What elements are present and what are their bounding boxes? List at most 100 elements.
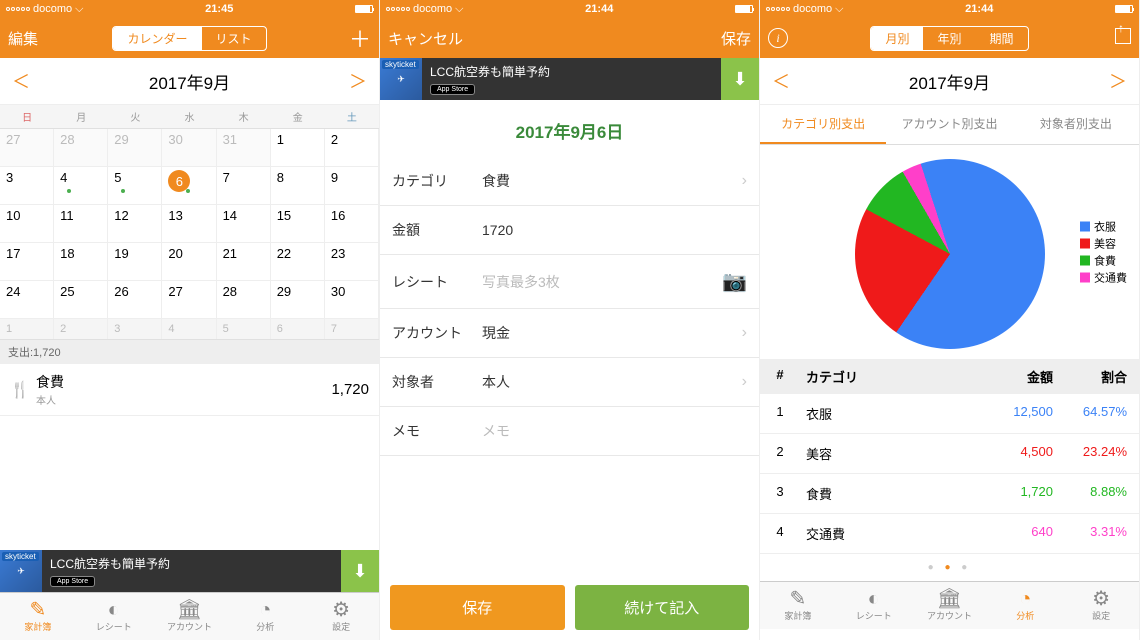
status-time: 21:44: [463, 3, 735, 15]
next-month-button[interactable]: ＞: [349, 68, 367, 94]
calendar-day[interactable]: 25: [54, 281, 108, 319]
calendar-day[interactable]: 29: [271, 281, 325, 319]
calendar-day[interactable]: 10: [0, 205, 54, 243]
row-account[interactable]: アカウント 現金 ›: [380, 309, 759, 358]
tab-by-account[interactable]: アカウント別支出: [886, 105, 1012, 144]
calendar-day[interactable]: 26: [108, 281, 162, 319]
calendar-day[interactable]: 8: [271, 167, 325, 205]
seg-yearly[interactable]: 年別: [923, 27, 975, 50]
download-icon[interactable]: ⬇: [721, 58, 759, 100]
calendar-day[interactable]: 27: [162, 281, 216, 319]
appstore-badge: App Store: [50, 576, 95, 587]
calendar-day[interactable]: 30: [162, 129, 216, 167]
status-bar: docomo ⌵ 21:44: [760, 0, 1139, 18]
tab-設定[interactable]: ⚙設定: [1063, 582, 1139, 629]
calendar-day[interactable]: 28: [54, 129, 108, 167]
calendar-day[interactable]: 12: [108, 205, 162, 243]
edit-button[interactable]: 編集: [8, 28, 68, 49]
tab-icon: ✎: [30, 600, 47, 620]
entry-button-row: 保存 続けて記入: [380, 575, 759, 640]
download-icon[interactable]: ⬇: [341, 550, 379, 592]
page-indicator: ● ● ●: [760, 554, 1139, 581]
tab-by-target[interactable]: 対象者別支出: [1013, 105, 1139, 144]
table-row[interactable]: 2美容4,50023.24%: [760, 434, 1139, 474]
tab-家計簿[interactable]: ✎家計簿: [760, 582, 836, 629]
prev-month-button[interactable]: ＜: [12, 68, 30, 94]
calendar-day[interactable]: 29: [108, 129, 162, 167]
seg-list[interactable]: リスト: [202, 27, 266, 50]
calendar-day[interactable]: 3: [0, 167, 54, 205]
screen-analysis: docomo ⌵ 21:44 i 月別 年別 期間 ＜ 2017年9月 ＞ カテ…: [760, 0, 1140, 640]
calendar-day[interactable]: 13: [162, 205, 216, 243]
table-row[interactable]: 3食費1,7208.88%: [760, 474, 1139, 514]
weekday-header: 日月火水木金土: [0, 105, 379, 129]
row-target[interactable]: 対象者 本人 ›: [380, 358, 759, 407]
calendar-day[interactable]: 14: [217, 205, 271, 243]
info-icon[interactable]: i: [768, 28, 788, 48]
screen-entry: docomo ⌵ 21:44 キャンセル 保存 skyticket✈ LCC航空…: [380, 0, 760, 640]
next-month-button[interactable]: ＞: [1109, 68, 1127, 94]
calendar-day[interactable]: 22: [271, 243, 325, 281]
calendar-day[interactable]: 16: [325, 205, 379, 243]
tab-icon: ◔: [259, 600, 271, 620]
seg-monthly[interactable]: 月別: [871, 27, 923, 50]
calendar-day[interactable]: 24: [0, 281, 54, 319]
save-nav-button[interactable]: 保存: [691, 28, 751, 49]
period-segmented-control: 月別 年別 期間: [870, 26, 1028, 51]
calendar-day[interactable]: 19: [108, 243, 162, 281]
expense-category: 食費: [36, 372, 331, 392]
calendar-day[interactable]: 18: [54, 243, 108, 281]
calendar-day[interactable]: 15: [271, 205, 325, 243]
table-row[interactable]: 4交通費6403.31%: [760, 514, 1139, 554]
tab-設定[interactable]: ⚙設定: [303, 593, 379, 640]
calendar-day[interactable]: 6: [162, 167, 216, 205]
tab-bar: ✎家計簿◐レシート🏛アカウント◔分析⚙設定: [0, 592, 379, 640]
expense-item[interactable]: 🍴 食費 本人 1,720: [0, 364, 379, 416]
calendar-day[interactable]: 4: [54, 167, 108, 205]
calendar-day[interactable]: 31: [217, 129, 271, 167]
cancel-button[interactable]: キャンセル: [388, 28, 488, 49]
calendar-day[interactable]: 1: [271, 129, 325, 167]
prev-month-button[interactable]: ＜: [772, 68, 790, 94]
table-header: # カテゴリ 金額 割合: [760, 359, 1139, 394]
calendar-day[interactable]: 20: [162, 243, 216, 281]
row-memo[interactable]: メモ メモ: [380, 407, 759, 456]
tab-家計簿[interactable]: ✎家計簿: [0, 593, 76, 640]
tab-アカウント[interactable]: 🏛アカウント: [912, 582, 988, 629]
calendar-day[interactable]: 2: [325, 129, 379, 167]
calendar-day[interactable]: 23: [325, 243, 379, 281]
calendar-day[interactable]: 7: [217, 167, 271, 205]
calendar-day[interactable]: 28: [217, 281, 271, 319]
tab-分析[interactable]: ◔分析: [987, 582, 1063, 629]
analysis-tabs: カテゴリ別支出 アカウント別支出 対象者別支出: [760, 105, 1139, 145]
calendar-day[interactable]: 5: [108, 167, 162, 205]
calendar-day[interactable]: 21: [217, 243, 271, 281]
ad-banner[interactable]: skyticket✈ LCC航空券も簡単予約 App Store ⬇: [0, 550, 379, 592]
seg-range[interactable]: 期間: [976, 27, 1028, 50]
tab-レシート[interactable]: ◐レシート: [836, 582, 912, 629]
calendar-day[interactable]: 11: [54, 205, 108, 243]
tab-レシート[interactable]: ◐レシート: [76, 593, 152, 640]
save-button[interactable]: 保存: [390, 585, 565, 630]
calendar-day[interactable]: 30: [325, 281, 379, 319]
ad-banner[interactable]: skyticket✈ LCC航空券も簡単予約 App Store ⬇: [380, 58, 759, 100]
row-category[interactable]: カテゴリ 食費 ›: [380, 157, 759, 206]
share-icon[interactable]: [1115, 28, 1131, 44]
tab-分析[interactable]: ◔分析: [227, 593, 303, 640]
tab-by-category[interactable]: カテゴリ別支出: [760, 105, 886, 144]
camera-icon[interactable]: 📷: [722, 269, 747, 294]
table-row[interactable]: 1衣服12,50064.57%: [760, 394, 1139, 434]
appstore-badge: App Store: [430, 84, 475, 95]
analysis-table: # カテゴリ 金額 割合 1衣服12,50064.57%2美容4,50023.2…: [760, 359, 1139, 554]
row-receipt[interactable]: レシート 写真最多3枚 📷: [380, 255, 759, 309]
pie-chart: [855, 159, 1045, 349]
add-button[interactable]: ＋: [349, 27, 371, 52]
calendar-day[interactable]: 27: [0, 129, 54, 167]
chevron-right-icon: ›: [742, 324, 747, 342]
calendar-day[interactable]: 17: [0, 243, 54, 281]
continue-button[interactable]: 続けて記入: [575, 585, 750, 630]
calendar-day[interactable]: 9: [325, 167, 379, 205]
row-amount[interactable]: 金額 1720: [380, 206, 759, 255]
seg-calendar[interactable]: カレンダー: [113, 27, 201, 50]
tab-アカウント[interactable]: 🏛アカウント: [152, 593, 228, 640]
